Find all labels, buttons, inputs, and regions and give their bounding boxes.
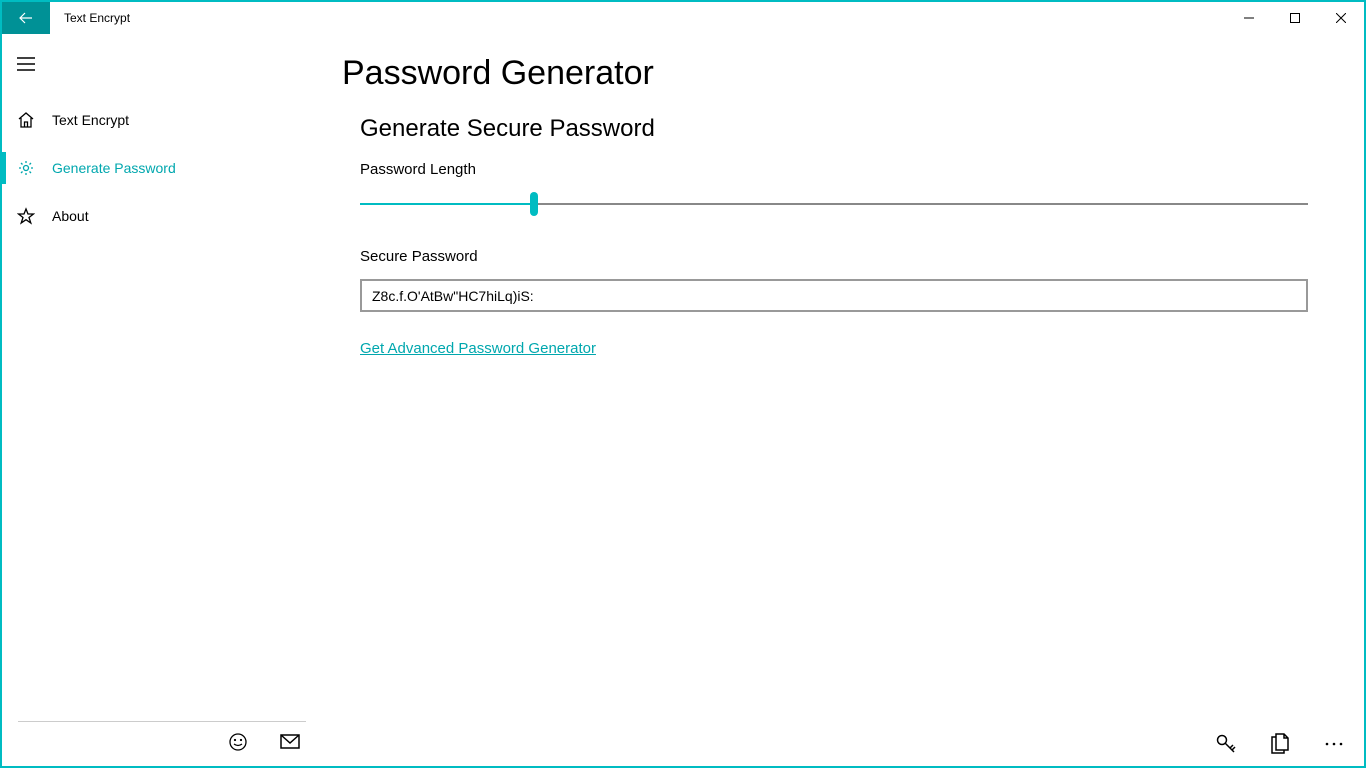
slider-thumb[interactable]	[530, 192, 538, 216]
key-button[interactable]	[1214, 732, 1238, 756]
sidebar-item-label: Generate Password	[52, 160, 176, 176]
hamburger-button[interactable]	[2, 40, 50, 88]
length-slider[interactable]	[360, 192, 1308, 216]
star-icon	[16, 206, 36, 226]
feedback-button[interactable]	[226, 730, 250, 754]
command-bar	[1196, 722, 1364, 766]
sidebar-item-label: Text Encrypt	[52, 112, 129, 128]
sidebar-item-about[interactable]: About	[2, 192, 322, 240]
close-button[interactable]	[1318, 2, 1364, 34]
sidebar-item-label: About	[52, 208, 89, 224]
maximize-button[interactable]	[1272, 2, 1318, 34]
sidebar-item-generate-password[interactable]: Generate Password	[2, 144, 322, 192]
advanced-link[interactable]: Get Advanced Password Generator	[360, 340, 596, 357]
section-title: Generate Secure Password	[360, 115, 1308, 143]
back-button[interactable]	[2, 2, 50, 34]
password-output[interactable]	[360, 279, 1308, 312]
page-title: Password Generator	[342, 54, 1308, 93]
home-icon	[16, 110, 36, 130]
sidebar-item-text-encrypt[interactable]: Text Encrypt	[2, 96, 322, 144]
mail-button[interactable]	[278, 730, 302, 754]
main-content: Password Generator Generate Secure Passw…	[322, 34, 1364, 766]
password-label: Secure Password	[360, 248, 1308, 265]
more-button[interactable]	[1322, 732, 1346, 756]
window-controls	[1226, 2, 1364, 34]
divider	[18, 721, 306, 722]
titlebar: Text Encrypt	[2, 2, 1364, 34]
length-label: Password Length	[360, 161, 1308, 178]
minimize-button[interactable]	[1226, 2, 1272, 34]
slider-fill	[360, 203, 534, 205]
gear-icon	[16, 158, 36, 178]
sidebar: Text Encrypt Generate Password About	[2, 34, 322, 766]
copy-button[interactable]	[1268, 732, 1292, 756]
app-title: Text Encrypt	[50, 2, 130, 34]
